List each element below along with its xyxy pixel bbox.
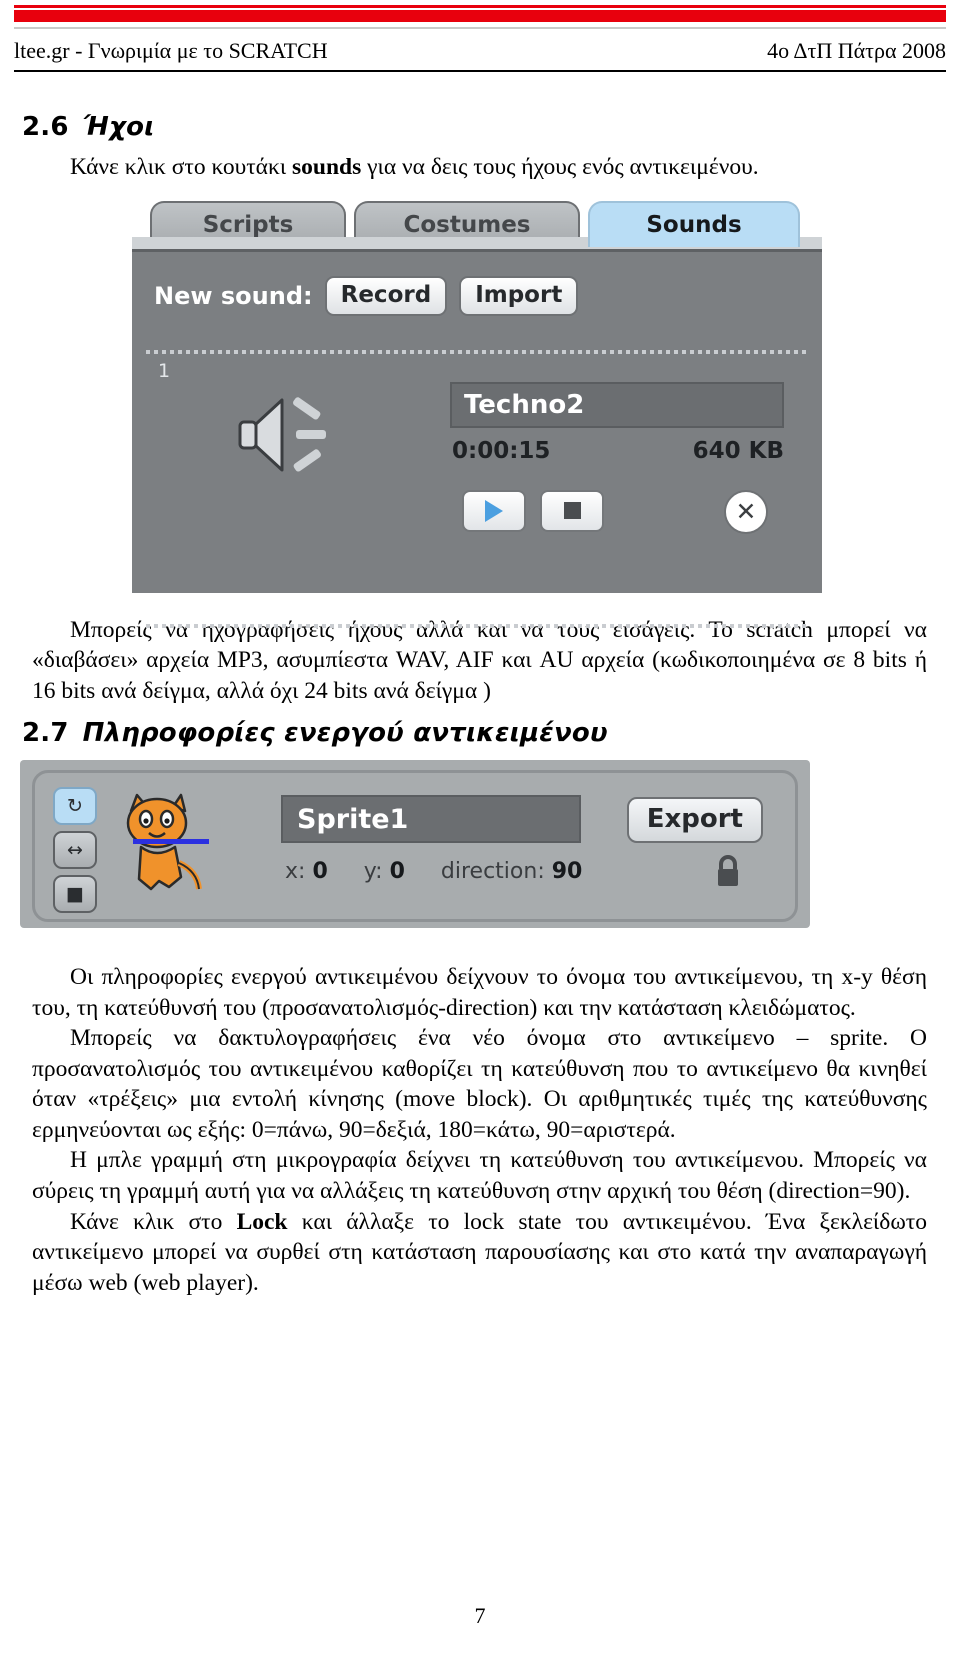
- sprite-stats-row: x: 0 y: 0 direction: 90: [285, 859, 582, 884]
- section-number-sprite: 2.7: [22, 718, 69, 749]
- rotate-freely-icon: ↻: [67, 795, 83, 818]
- grey-rule: [14, 27, 946, 29]
- rotation-style-buttons: ↻ ↔ ■: [53, 787, 97, 914]
- speaker-icon: [230, 384, 340, 484]
- sprite-direction-value: 90: [551, 859, 583, 885]
- page-content: 2.6 Ήχοι Κάνε κλικ στο κουτάκι sounds για…: [14, 100, 946, 1298]
- import-button[interactable]: Import: [459, 275, 579, 316]
- sprite-direction-label: direction:: [440, 859, 545, 885]
- section-heading-sprite: 2.7 Πληροφορίες ενεργού αντικειμένου: [22, 718, 946, 748]
- sprite-x-value: 0: [312, 859, 328, 885]
- sound-name-field[interactable]: Techno2: [450, 381, 784, 428]
- sprite-x-label: x:: [285, 859, 306, 885]
- sounds-panel-body: New sound: Record Import 1 Techno2 0:00:…: [132, 248, 822, 628]
- tab-costumes-label: Costumes: [403, 211, 531, 238]
- sound-list-separator-bottom: [146, 623, 808, 628]
- sounds-intro-bold: sounds: [292, 154, 362, 180]
- direction-line[interactable]: [133, 839, 209, 845]
- sprite-name-field[interactable]: Sprite1: [281, 795, 581, 844]
- left-right-flip-icon: ↔: [67, 839, 83, 862]
- section-title-sounds: Ήχοι: [82, 112, 155, 142]
- sprite-info-panel-screenshot: ↻ ↔ ■ Sprite1 Export x: 0 y: 0 direction…: [20, 760, 810, 929]
- left-right-flip-button[interactable]: ↔: [53, 831, 97, 870]
- lock-paragraph-bold: Lock: [236, 1208, 288, 1235]
- sound-duration: 0:00:15: [452, 437, 551, 464]
- close-icon: ✕: [735, 497, 757, 527]
- sprite-info-inner-frame: ↻ ↔ ■ Sprite1 Export x: 0 y: 0 direction…: [32, 770, 798, 923]
- sprite-name-value: Sprite1: [297, 803, 409, 835]
- red-rule-thin: [14, 5, 946, 8]
- tab-scripts-label: Scripts: [202, 211, 294, 238]
- sound-item-index: 1: [158, 359, 171, 382]
- sounds-panel-tab-row: Scripts Costumes Sounds: [132, 192, 822, 249]
- section-number-sounds: 2.6: [22, 112, 69, 142]
- sprite-paragraph-3: Η μπλε γραμμή στη μικρογραφία δείχνει τη…: [32, 1147, 927, 1205]
- new-sound-row: New sound: Record Import: [154, 275, 579, 316]
- tab-sounds-label: Sounds: [646, 211, 742, 238]
- sound-name-value: Techno2: [464, 389, 585, 420]
- play-icon: [485, 499, 503, 522]
- sprite-y-value: 0: [389, 859, 405, 885]
- running-header: ltee.gr - Γνωριμία με το SCRATCH 4ο ΔτΠ …: [14, 38, 946, 72]
- new-sound-label: New sound:: [154, 281, 313, 310]
- section-heading-sounds: 2.6 Ήχοι: [22, 112, 946, 142]
- sprite-paragraph-4: Κάνε κλικ στο Lock και άλλαξε το lock st…: [32, 1207, 927, 1299]
- rotate-freely-button[interactable]: ↻: [53, 787, 97, 826]
- play-button[interactable]: [462, 489, 526, 532]
- stop-button[interactable]: [540, 489, 604, 532]
- page-number: 7: [474, 1603, 486, 1628]
- red-rule-thick: [14, 10, 946, 22]
- sprite-direction-stat: direction: 90: [441, 859, 582, 884]
- delete-sound-button[interactable]: ✕: [724, 489, 768, 534]
- sound-list-separator-top: [146, 349, 808, 354]
- no-rotate-icon: ■: [66, 883, 84, 906]
- sprite-y-label: y:: [363, 859, 383, 885]
- lock-paragraph-before: Κάνε κλικ στο: [70, 1208, 237, 1235]
- sprite-thumbnail-cat-icon[interactable]: [111, 789, 207, 899]
- sounds-formats-paragraph: Μπορείς να ηχογραφήσεις ήχους αλλά και ν…: [32, 616, 927, 704]
- sounds-intro-paragraph: Κάνε κλικ στο κουτάκι sounds για να δεις…: [32, 152, 927, 183]
- header-left-text: ltee.gr - Γνωριμία με το SCRATCH: [14, 38, 328, 63]
- page-top-rules: [0, 0, 960, 29]
- header-right-text: 4ο ΔτΠ Πάτρα 2008: [767, 38, 946, 63]
- sprite-x-stat: x: 0: [285, 859, 328, 884]
- sounds-intro-before: Κάνε κλικ στο κουτάκι: [70, 154, 293, 180]
- scratch-sounds-panel-screenshot: Scripts Costumes Sounds New sound: Recor…: [132, 192, 822, 628]
- sounds-intro-after: για να δεις τους ήχους ενός αντικειμένου…: [361, 154, 759, 180]
- sprite-paragraph-1: Οι πληροφορίες ενεργού αντικειμένου δείχ…: [32, 964, 927, 1021]
- no-rotate-button[interactable]: ■: [53, 875, 97, 914]
- tab-sounds[interactable]: Sounds: [588, 200, 800, 247]
- stop-icon: [563, 502, 581, 520]
- sprite-y-stat: y: 0: [364, 859, 405, 884]
- sprite-paragraph-2: Μπορείς να δακτυλογραφήσεις ένα νέο όνομ…: [32, 1025, 927, 1143]
- sound-filesize: 640 KB: [692, 437, 784, 464]
- export-button[interactable]: Export: [626, 797, 763, 844]
- section-title-sprite: Πληροφορίες ενεργού αντικειμένου: [82, 718, 608, 749]
- record-button[interactable]: Record: [324, 275, 448, 316]
- sound-meta-row: 0:00:15 640 KB: [452, 438, 784, 464]
- sound-transport-controls: [462, 489, 604, 532]
- lock-icon[interactable]: [713, 853, 743, 889]
